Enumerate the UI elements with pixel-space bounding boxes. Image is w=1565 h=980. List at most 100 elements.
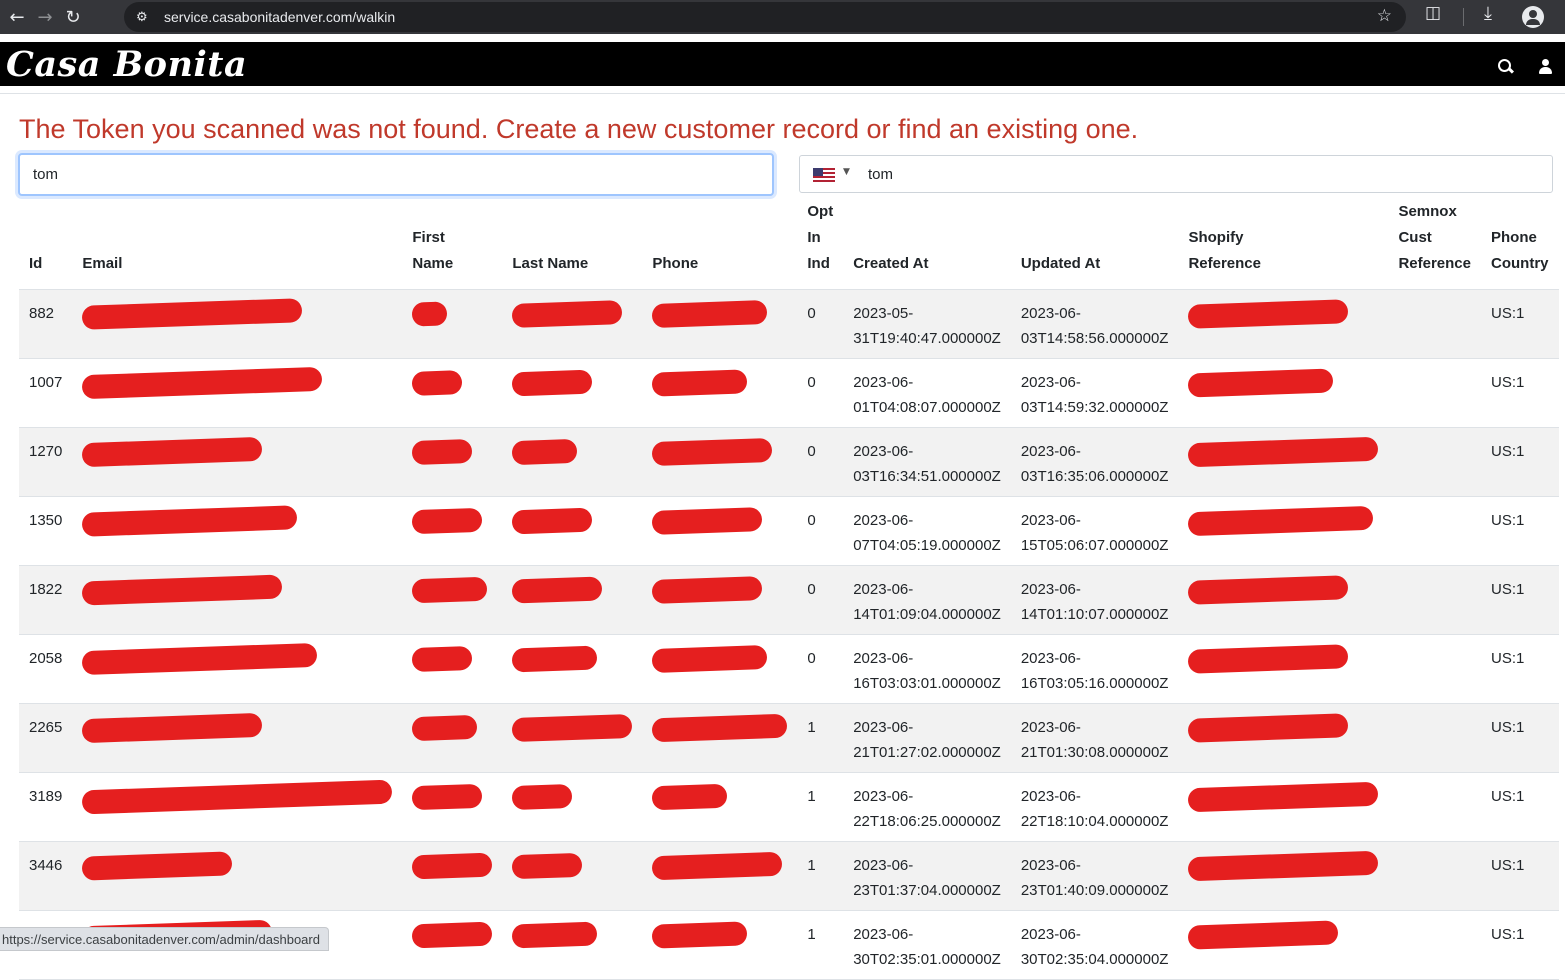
redaction-mark [82,712,263,744]
cell-email [72,772,403,842]
bookmark-star-icon[interactable]: ☆ [1377,6,1392,26]
column-header-line: Phone [652,255,699,272]
cell-email [72,634,403,704]
redaction-mark [82,779,393,815]
customer-results-table: Id Email First Name Last Name Phone Opt In I… [19,199,1559,980]
toolbar-divider [1463,8,1464,26]
column-header-line: Country [1491,255,1549,272]
chevron-down-icon[interactable]: ▼ [843,167,850,177]
cell-first-name [402,703,503,773]
download-icon[interactable]: ⤓ [1484,3,1492,24]
user-icon[interactable] [1539,59,1553,75]
redaction-mark [82,505,298,537]
column-header-line: First [412,229,445,246]
profile-avatar-icon[interactable] [1522,6,1544,28]
column-header-line: Phone [1491,229,1537,246]
table-row[interactable]: 1350 0 2023-06- 07T04:05:19.000000Z 2023-06-… [19,496,1559,566]
customer-id: 2058 [29,650,63,667]
customer-search-input[interactable] [18,153,774,196]
redaction-mark [651,645,768,674]
updated-time: 03T14:59:32.000000Z [1020,399,1169,416]
cell-updated-at: 2023-06- 22T18:10:04.000000Z [1010,772,1179,842]
redaction-mark [651,783,728,811]
created-date: 2023-06- [853,374,914,391]
cell-shopify-reference [1178,910,1389,980]
column-header-line: Id [29,255,43,272]
table-row[interactable]: 1822 0 2023-06- 14T01:09:04.000000Z 2023-06-… [19,565,1559,635]
back-arrow-icon[interactable]: ← [3,3,31,31]
column-header-phone-country: Phone Country [1481,199,1559,290]
search-icon[interactable] [1497,58,1513,74]
address-url[interactable]: service.casabonitadenver.com/walkin [164,9,395,25]
redaction-mark [411,576,488,604]
address-bar[interactable]: ⚙ service.casabonitadenver.com/walkin ☆ [124,2,1406,32]
table-row[interactable]: 3446 1 2023-06- 23T01:37:04.000000Z 2023-06-… [19,841,1559,911]
redaction-mark [82,574,283,606]
cell-phone-country: US:1 [1481,358,1559,428]
opt-in-value: 0 [807,512,816,529]
cell-phone-country: US:1 [1481,496,1559,566]
column-header-line: Ind [807,255,830,272]
redaction-mark [82,436,263,468]
cell-email [72,427,403,497]
cell-created-at: 2023-06- 03T16:34:51.000000Z [843,427,1011,497]
cell-email [72,841,403,911]
redaction-mark [651,713,788,743]
cell-updated-at: 2023-06- 30T02:35:04.000000Z [1010,910,1179,980]
redaction-mark [1188,644,1349,674]
table-row[interactable]: 882 0 2023-05- 31T19:40:47.000000Z 2023-06- 0… [19,289,1559,359]
customer-id: 1270 [29,443,63,460]
redaction-mark [82,642,318,676]
redaction-mark [511,300,623,328]
column-header-shopify-reference: Shopify Reference [1178,199,1389,290]
table-row[interactable]: 3189 1 2023-06- 22T18:06:25.000000Z 2023-06-… [19,772,1559,842]
redaction-mark [1188,368,1334,398]
cell-shopify-reference [1178,358,1389,428]
cell-email [72,358,403,428]
table-row[interactable]: 2265 1 2023-06- 21T01:27:02.000000Z 2023-06-… [19,703,1559,773]
column-header-line: Last Name [512,255,589,272]
cell-last-name [502,289,643,359]
opt-in-value: 0 [807,443,816,460]
updated-date: 2023-06- [1020,581,1081,598]
created-time: 31T19:40:47.000000Z [853,330,1001,347]
redaction-mark [511,507,593,535]
phone-country-value: US:1 [1491,512,1525,529]
site-info-icon[interactable]: ⚙ [136,10,156,25]
reload-icon[interactable]: ↻ [59,3,87,31]
cell-first-name [402,427,503,497]
us-flag-icon[interactable] [813,168,835,182]
cell-opt-in: 0 [797,358,844,428]
redaction-mark [82,851,233,881]
cell-phone [642,841,798,911]
cell-last-name [502,703,643,773]
opt-in-value: 1 [807,788,816,805]
cell-shopify-reference [1178,703,1389,773]
cell-shopify-reference [1178,289,1389,359]
forward-arrow-icon[interactable]: → [31,3,59,31]
cell-first-name [402,289,503,359]
cell-last-name [502,496,643,566]
table-row[interactable]: 2058 0 2023-06- 16T03:03:01.000000Z 2023-06-… [19,634,1559,704]
cell-phone [642,496,798,566]
redaction-mark [651,300,768,329]
cell-first-name [402,634,503,704]
redaction-mark [511,852,583,880]
created-date: 2023-06- [853,857,914,874]
table-row[interactable]: 1270 0 2023-06- 03T16:34:51.000000Z 2023-06-… [19,427,1559,497]
opt-in-value: 1 [807,857,816,874]
column-header-line: Reference [1188,255,1261,272]
table-row[interactable]: 1007 0 2023-06- 01T04:08:07.000000Z 2023-06-… [19,358,1559,428]
column-header-opt-in: Opt In Ind [797,199,844,290]
column-header-phone: Phone [642,199,798,290]
redaction-mark [511,921,598,949]
column-header-line: Created At [853,255,929,272]
cell-first-name [402,772,503,842]
phone-country-value: US:1 [1491,443,1525,460]
created-time: 16T03:03:01.000000Z [853,675,1001,692]
casa-bonita-logo[interactable]: Casa Bonita [6,44,247,85]
extensions-icon[interactable]: ◫ [1425,3,1441,23]
phone-search-input[interactable] [868,161,1468,187]
cell-shopify-reference [1178,565,1389,635]
phone-search-field[interactable]: ▼ [799,155,1553,193]
